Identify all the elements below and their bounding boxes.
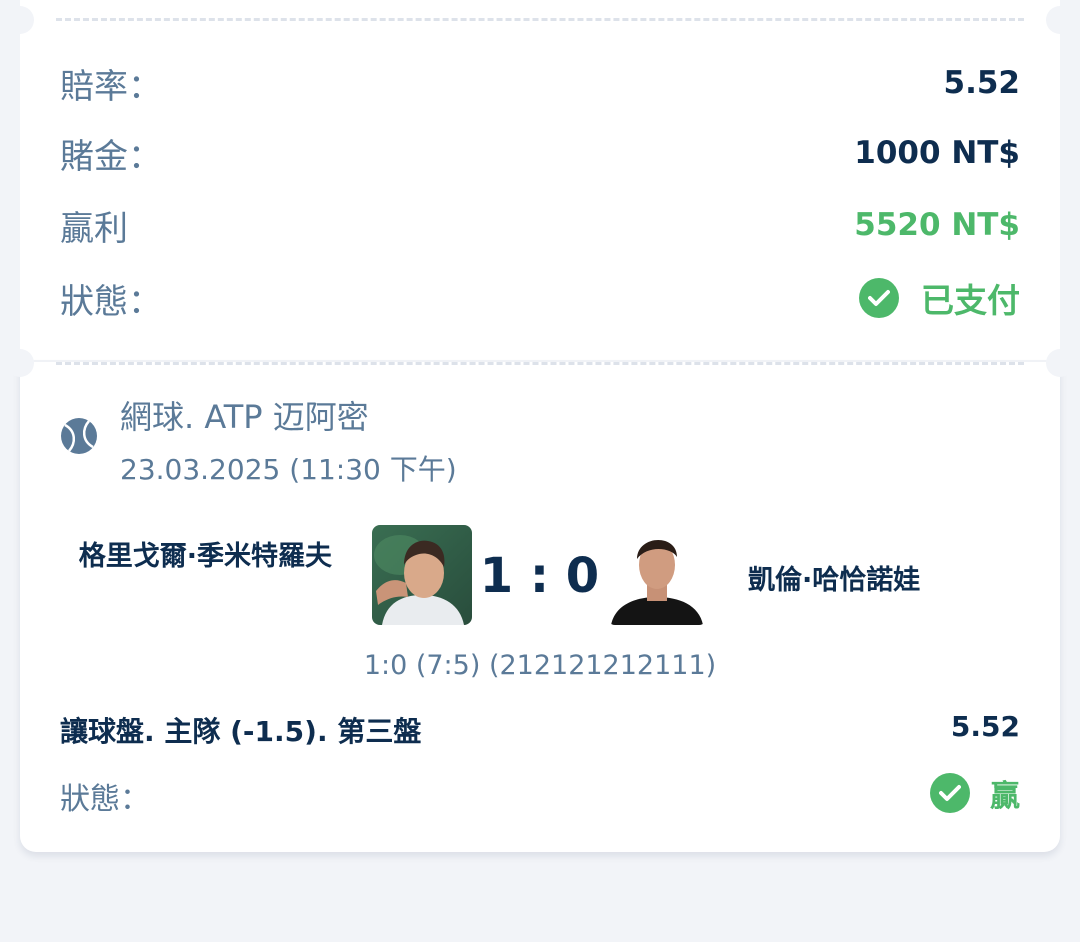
ticket-notch: [1046, 6, 1074, 34]
winnings-label: 贏利: [60, 208, 128, 249]
divider: [56, 18, 1024, 21]
ticket-notch: [6, 349, 34, 377]
check-circle-icon: [859, 278, 899, 318]
set-score-detail: 1:0 (7:5) (212121212111): [363, 650, 717, 681]
tennis-ball-icon: [61, 418, 97, 454]
bet-market-odds: 5.52: [950, 710, 1020, 743]
status-label: 狀態：: [60, 281, 162, 322]
status-row: 狀態： 已支付: [60, 273, 1020, 323]
stake-label: 賭金：: [60, 136, 162, 177]
payout-status: 已支付: [859, 274, 1020, 322]
away-player-name: 凱倫·哈恰諾娃: [748, 565, 921, 596]
winnings-value: 5520 NT$: [854, 207, 1020, 243]
event-datetime: 23.03.2025 (11:30 下午): [120, 453, 457, 486]
bet-status-value: 贏: [990, 779, 1020, 814]
bet-market: 讓球盤. 主隊 (-1.5). 第三盤: [60, 715, 422, 748]
event-title: 網球. ATP 迈阿密: [120, 398, 369, 436]
home-player-avatar: [372, 525, 472, 625]
stake-value: 1000 NT$: [854, 135, 1020, 171]
divider: [56, 362, 1024, 365]
ticket-notch: [6, 6, 34, 34]
odds-value: 5.52: [943, 65, 1021, 101]
odds-label: 賠率：: [60, 66, 162, 107]
status-value: 已支付: [921, 281, 1020, 320]
bet-result-status: 贏: [930, 771, 1020, 815]
winnings-row: 贏利 5520 NT$: [60, 200, 1020, 250]
odds-row: 賠率： 5.52: [60, 58, 1020, 108]
match-score: 1 : 0: [479, 548, 600, 604]
stake-row: 賭金： 1000 NT$: [60, 128, 1020, 178]
home-player-name: 格里戈爾·季米特羅夫: [78, 541, 332, 572]
ticket-notch: [1046, 349, 1074, 377]
bet-detail-screen: 賠率： 5.52 賭金： 1000 NT$ 贏利 5520 NT$ 狀態： 已支…: [0, 0, 1080, 942]
away-player-avatar: [607, 525, 707, 625]
check-circle-icon: [930, 773, 970, 813]
bet-status-label: 狀態：: [60, 782, 150, 817]
